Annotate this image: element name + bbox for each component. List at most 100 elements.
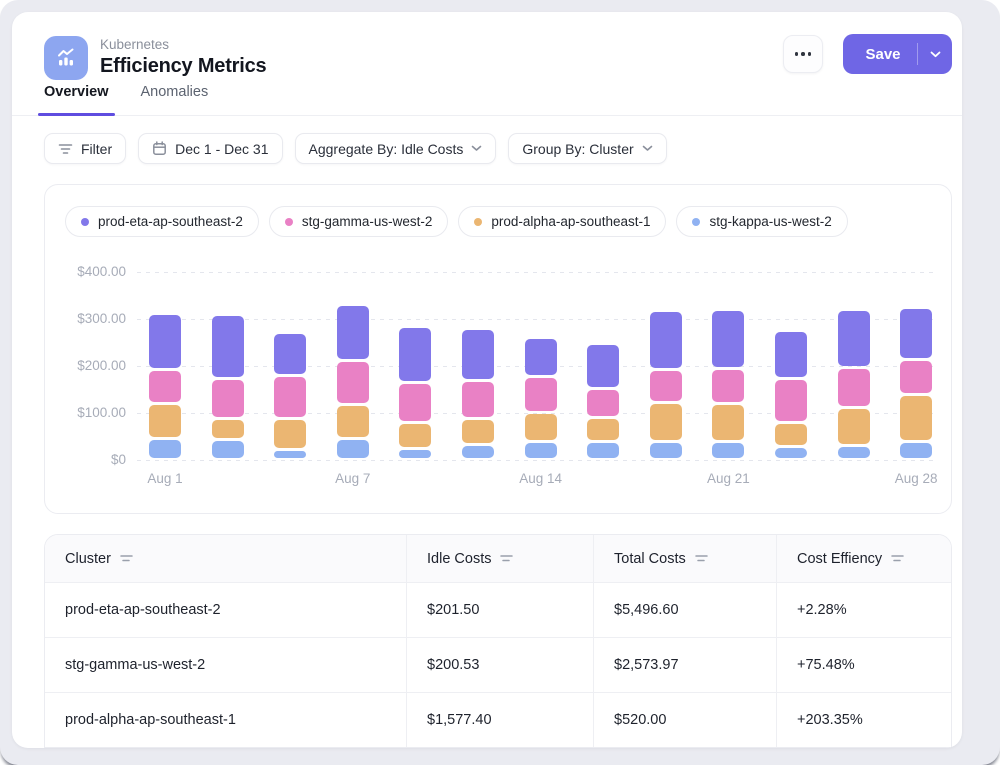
bar-segment-prod-eta-ap-southeast-2 [712,311,744,367]
group-by-label: Group By: Cluster [522,141,633,157]
bar-segment-stg-gamma-us-west-2 [587,390,619,417]
group-by-dropdown[interactable]: Group By: Cluster [508,133,666,164]
bar-segment-prod-eta-ap-southeast-2 [775,332,807,377]
sort-icon [500,554,513,563]
chevron-down-icon [642,145,653,152]
calendar-icon [152,141,167,156]
bar-segment-stg-gamma-us-west-2 [900,361,932,393]
filter-icon [58,143,73,155]
column-header-label: Cluster [65,551,111,567]
bar-segment-prod-alpha-ap-southeast-1 [337,406,369,437]
table-header-row: Cluster Idle Costs Total Costs Cost Effienc… [45,535,951,583]
bar-segment-prod-alpha-ap-southeast-1 [462,420,494,444]
date-range-label: Dec 1 - Dec 31 [175,141,268,157]
table-row: prod-alpha-ap-southeast-1$1,577.40$520.0… [45,693,951,748]
save-dropdown-toggle[interactable] [918,51,952,58]
x-axis-tick-label: Aug 21 [693,471,763,486]
bar-segment-prod-eta-ap-southeast-2 [838,311,870,366]
sort-icon [891,554,904,563]
bar-segment-prod-eta-ap-southeast-2 [274,334,306,374]
bar-segment-prod-alpha-ap-southeast-1 [149,405,181,437]
table-cell: $1,577.40 [406,693,593,747]
bar-segment-prod-alpha-ap-southeast-1 [650,404,682,440]
table-cell: $520.00 [593,693,776,747]
bar-segment-stg-gamma-us-west-2 [462,382,494,417]
table-cell: $5,496.60 [593,583,776,637]
more-options-button[interactable] [783,35,823,73]
bar-segment-stg-gamma-us-west-2 [274,377,306,416]
window-frame: Kubernetes Efficiency Metrics Save Overv… [0,0,1000,765]
ellipsis-icon [795,52,799,56]
bar-segment-prod-eta-ap-southeast-2 [462,330,494,379]
column-header-label: Total Costs [614,551,686,567]
title-block: Kubernetes Efficiency Metrics [100,37,266,78]
table-cell: $200.53 [406,638,593,692]
chart-card: prod-eta-ap-southeast-2stg-gamma-us-west… [44,184,952,514]
bar-segment-prod-alpha-ap-southeast-1 [838,409,870,443]
bar-segment-stg-kappa-us-west-2 [650,443,682,458]
y-axis-tick-label: $0 [45,452,126,467]
column-header-idle-costs[interactable]: Idle Costs [406,535,593,582]
bar-segment-prod-eta-ap-southeast-2 [650,312,682,367]
chevron-down-icon [930,51,941,58]
app-card: Kubernetes Efficiency Metrics Save Overv… [12,12,962,748]
column-header-total-costs[interactable]: Total Costs [593,535,776,582]
table-row: prod-eta-ap-southeast-2$201.50$5,496.60+… [45,583,951,638]
bar-segment-prod-eta-ap-southeast-2 [212,316,244,376]
bar-segment-prod-alpha-ap-southeast-1 [525,414,557,440]
date-range-button[interactable]: Dec 1 - Dec 31 [138,133,282,164]
bar-segment-prod-eta-ap-southeast-2 [900,309,932,358]
chevron-down-icon [471,145,482,152]
tab-bar: Overview Anomalies [12,84,962,116]
y-axis-tick-label: $200.00 [45,358,126,373]
page-title: Efficiency Metrics [100,55,266,78]
stacked-bar-chart: $400.00$300.00$200.00$100.00$0Aug 1Aug 7… [45,185,951,513]
bar-segment-prod-alpha-ap-southeast-1 [274,420,306,448]
bar-segment-stg-kappa-us-west-2 [462,446,494,458]
sort-icon [120,554,133,563]
x-axis-tick-label: Aug 7 [318,471,388,486]
save-button[interactable]: Save [843,34,952,74]
table-cell: prod-alpha-ap-southeast-1 [45,693,406,747]
bar-segment-prod-eta-ap-southeast-2 [149,315,181,368]
table-cell: $201.50 [406,583,593,637]
column-header-cost-effiency[interactable]: Cost Effiency [776,535,951,582]
clusters-table: Cluster Idle Costs Total Costs Cost Effienc… [44,534,952,748]
bar-segment-stg-gamma-us-west-2 [525,378,557,411]
filter-button-label: Filter [81,141,112,157]
column-header-label: Cost Effiency [797,551,882,567]
bar-segment-stg-kappa-us-west-2 [149,440,181,458]
bar-segment-prod-alpha-ap-southeast-1 [399,424,431,447]
bar-segment-stg-kappa-us-west-2 [712,443,744,458]
chart-stats-icon [54,46,78,70]
gridline [137,460,937,461]
bar-segment-prod-alpha-ap-southeast-1 [712,405,744,440]
bar-segment-stg-kappa-us-west-2 [399,450,431,458]
bar-segment-stg-gamma-us-west-2 [212,380,244,418]
column-header-label: Idle Costs [427,551,491,567]
bar-segment-stg-gamma-us-west-2 [838,369,870,406]
bar-segment-stg-gamma-us-west-2 [149,371,181,402]
table-cell: stg-gamma-us-west-2 [45,638,406,692]
tab-overview[interactable]: Overview [44,84,109,115]
aggregate-by-dropdown[interactable]: Aggregate By: Idle Costs [295,133,497,164]
bar-segment-prod-eta-ap-southeast-2 [399,328,431,381]
bar-segment-stg-kappa-us-west-2 [775,448,807,458]
aggregate-by-label: Aggregate By: Idle Costs [309,141,464,157]
bar-segment-stg-gamma-us-west-2 [399,384,431,421]
save-button-label: Save [843,46,917,63]
y-axis-tick-label: $400.00 [45,264,126,279]
bar-segment-stg-kappa-us-west-2 [838,447,870,458]
bar-segment-stg-kappa-us-west-2 [212,441,244,458]
x-axis-tick-label: Aug 14 [506,471,576,486]
bar-segment-stg-kappa-us-west-2 [900,443,932,458]
tab-anomalies[interactable]: Anomalies [141,84,209,115]
column-header-cluster[interactable]: Cluster [45,535,406,582]
bar-segment-prod-alpha-ap-southeast-1 [900,396,932,440]
bar-segment-stg-gamma-us-west-2 [712,370,744,401]
filter-button[interactable]: Filter [44,133,126,164]
bar-segment-prod-eta-ap-southeast-2 [587,345,619,387]
bar-segment-prod-alpha-ap-southeast-1 [587,419,619,439]
gridline [137,272,937,273]
bar-segment-stg-kappa-us-west-2 [525,443,557,458]
